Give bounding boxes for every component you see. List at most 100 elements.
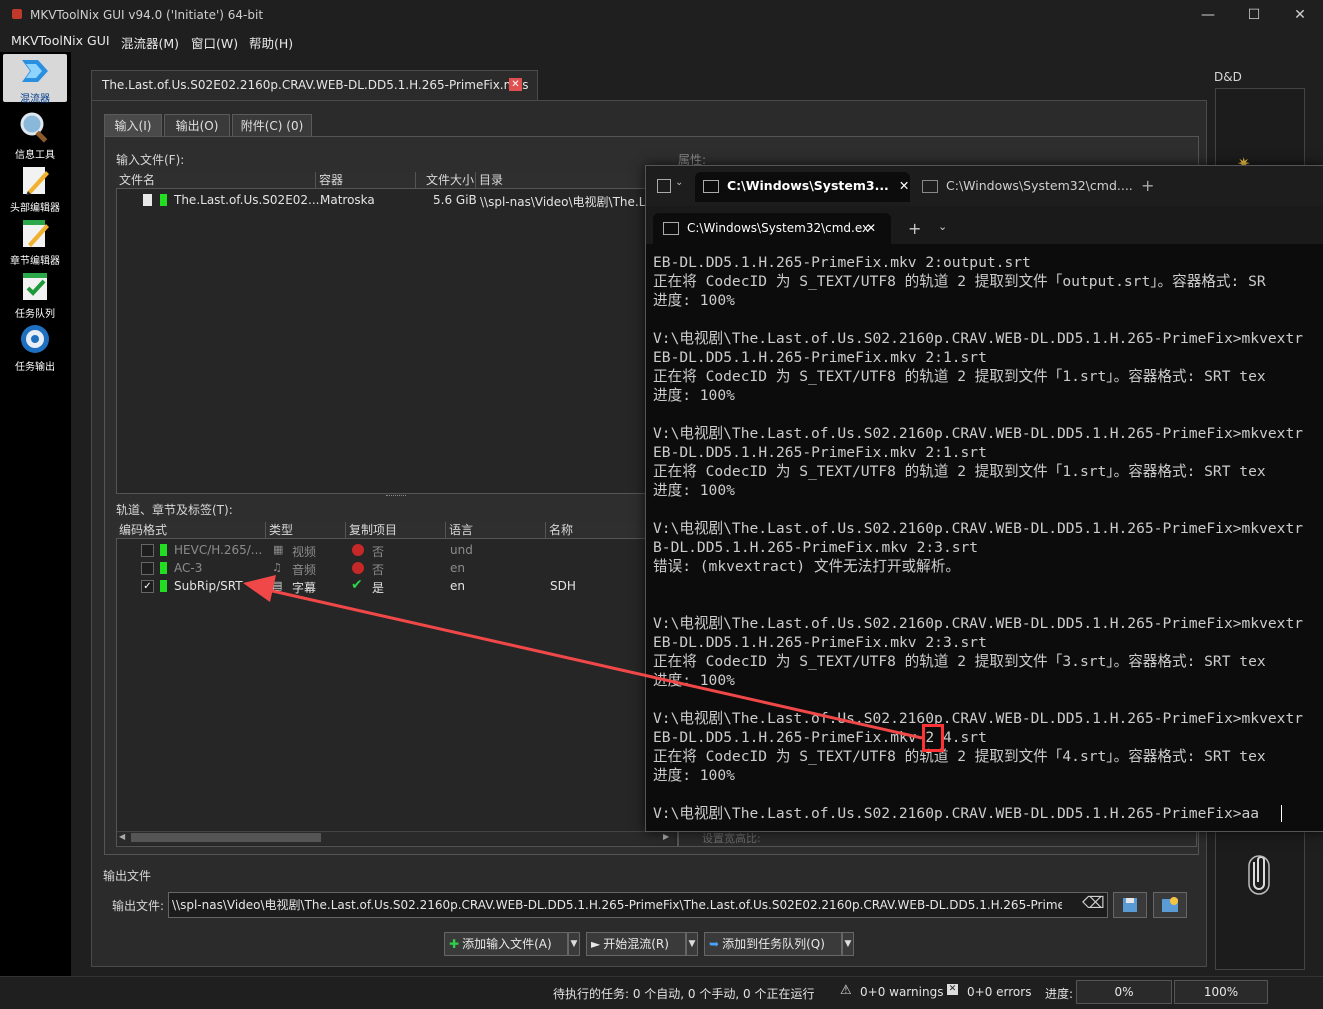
close-icon[interactable]: ✕	[866, 213, 876, 244]
column-type[interactable]: 类型	[266, 522, 346, 539]
tool-info[interactable]: 信息工具	[4, 110, 66, 161]
tab-attachments[interactable]: 附件(C) (0)	[232, 114, 312, 138]
track-checkbox[interactable]	[141, 562, 154, 575]
minimize-button[interactable]: —	[1185, 0, 1231, 30]
splitter-handle[interactable]	[386, 495, 406, 499]
pencil-icon	[18, 163, 52, 197]
track-language: en	[450, 579, 465, 593]
video-icon: ▦	[273, 543, 284, 556]
file-name: The.Last.of.Us.S02E02....	[174, 193, 324, 207]
new-tab-icon[interactable]: +	[908, 219, 921, 238]
output-section-title: 输出文件	[103, 869, 152, 883]
column-copy[interactable]: 复制项目	[346, 522, 446, 539]
chapter-icon	[18, 216, 52, 250]
start-mux-dropdown[interactable]: ▼	[686, 932, 698, 956]
terminal-line: 正在将 CodecID 为 S_TEXT/UTF8 的轨道 2 提取到文件「ou…	[653, 273, 1266, 290]
close-icon[interactable]: ✕	[899, 178, 909, 193]
tool-label: 混流器	[20, 94, 50, 105]
tab-output[interactable]: 输出(O)	[164, 114, 230, 138]
status-indicator	[160, 544, 167, 556]
add-input-button[interactable]: ✚ 添加输入文件(A)	[444, 932, 568, 956]
column-language[interactable]: 语言	[446, 522, 546, 539]
start-mux-button[interactable]: ► 开始混流(R)	[586, 932, 686, 956]
clear-icon[interactable]: ⌫	[1082, 893, 1105, 912]
track-codec: SubRip/SRT	[174, 579, 243, 593]
terminal-line: V:\电视剧\The.Last.of.Us.S02.2160p.CRAV.WEB…	[653, 710, 1304, 727]
new-output-button[interactable]	[1153, 892, 1187, 918]
tab-input[interactable]: 输入(I)	[104, 114, 162, 138]
track-codec: AC-3	[174, 561, 203, 575]
errors-count[interactable]: 0+0 errors	[967, 985, 1031, 999]
no-icon	[352, 562, 364, 574]
track-checkbox[interactable]	[141, 544, 154, 557]
scroll-left-icon[interactable]: ◀	[119, 832, 125, 841]
browse-output-button[interactable]	[1113, 892, 1147, 918]
terminal-line: V:\电视剧\The.Last.of.Us.S02.2160p.CRAV.WEB…	[653, 615, 1304, 632]
status-indicator	[160, 194, 167, 206]
text-cursor	[1281, 805, 1282, 822]
tool-job-queue[interactable]: 任务队列	[4, 269, 66, 320]
track-copy: 否	[372, 563, 385, 577]
menu-window[interactable]: 窗口(W)	[191, 33, 238, 52]
chevron-down-icon[interactable]: ⌄	[675, 177, 683, 188]
add-input-dropdown[interactable]: ▼	[568, 932, 580, 956]
add-to-queue-dropdown[interactable]: ▼	[842, 932, 854, 956]
terminal-line: V:\电视剧\The.Last.of.Us.S02.2160p.CRAV.WEB…	[653, 805, 1260, 822]
column-codec[interactable]: 编码格式	[116, 522, 266, 539]
cmd-icon	[663, 222, 679, 235]
mixer-icon	[18, 54, 52, 88]
column-filesize[interactable]: 文件大小	[416, 172, 476, 189]
new-tab-icon[interactable]: +	[1141, 176, 1154, 195]
terminal-menu-icon[interactable]	[657, 179, 671, 193]
terminal-tab-active[interactable]: C:\Windows\System3... ✕	[695, 172, 910, 202]
magnifier-icon	[18, 110, 52, 144]
plus-icon: ✚	[449, 937, 460, 951]
add-to-queue-button[interactable]: ➥ 添加到任务队列(Q)	[704, 932, 842, 956]
tool-mixer[interactable]: 混流器	[3, 54, 67, 105]
column-container[interactable]: 容器	[316, 172, 416, 189]
cmd-icon	[703, 180, 719, 193]
scroll-right-icon[interactable]: ▶	[663, 832, 669, 841]
menu-mkvtoolnix[interactable]: MKVToolNix GUI	[11, 33, 110, 48]
input-files-label: 输入文件(F):	[116, 153, 185, 167]
terminal-line: 进度: 100%	[653, 387, 735, 404]
paperclip-icon	[1246, 852, 1272, 896]
tool-header-editor[interactable]: 头部编辑器	[4, 163, 66, 214]
terminal-inner-tab[interactable]: C:\Windows\System32\cmd.ex ✕	[653, 213, 891, 244]
close-button[interactable]: ✕	[1277, 0, 1323, 30]
terminal-line: 正在将 CodecID 为 S_TEXT/UTF8 的轨道 2 提取到文件「1.…	[653, 463, 1266, 480]
column-filename[interactable]: 文件名	[116, 172, 316, 189]
tool-label: 章节编辑器	[10, 256, 60, 267]
document-tab-title: The.Last.of.Us.S02E02.2160p.CRAV.WEB-DL.…	[102, 78, 529, 92]
check-icon: ✔	[351, 577, 363, 593]
scrollbar-thumb[interactable]	[131, 833, 321, 842]
chevron-down-icon[interactable]: ⌄	[938, 220, 947, 233]
highlight-box	[922, 724, 944, 752]
terminal-tab[interactable]: C:\Windows\System32\cmd....	[914, 172, 1133, 202]
file-directory: \\spl-nas\Video\电视剧\The.L	[480, 195, 645, 209]
terminal-output[interactable]: EB-DL.DD5.1.H.265-PrimeFix.mkv 2:output.…	[653, 253, 1323, 830]
input-files-table[interactable]	[116, 172, 678, 494]
tool-label: 信息工具	[15, 150, 55, 161]
terminal-line: EB-DL.DD5.1.H.265-PrimeFix.mkv 2 4.srt	[653, 729, 987, 746]
menu-mixer[interactable]: 混流器(M)	[121, 33, 179, 52]
tool-chapter-editor[interactable]: 章节编辑器	[4, 216, 66, 267]
tool-label: 任务输出	[15, 362, 55, 373]
maximize-button[interactable]: ☐	[1231, 0, 1277, 30]
track-checkbox-checked[interactable]: ✓	[141, 580, 154, 593]
track-type: 视频	[292, 545, 317, 559]
file-container: Matroska	[320, 193, 375, 207]
terminal-line: V:\电视剧\The.Last.of.Us.S02.2160p.CRAV.WEB…	[653, 425, 1304, 442]
track-codec: HEVC/H.265/...	[174, 543, 263, 557]
window-title: MKVToolNix GUI v94.0 ('Initiate') 64-bit	[30, 8, 264, 22]
warnings-count[interactable]: 0+0 warnings	[860, 985, 943, 999]
menu-help[interactable]: 帮助(H)	[249, 33, 293, 52]
tracks-label: 轨道、章节及标签(T):	[116, 503, 233, 517]
output-path: \\spl-nas\Video\电视剧\The.Last.of.Us.S02.2…	[172, 898, 1062, 912]
close-icon[interactable]: ✕	[509, 78, 522, 91]
tool-job-output[interactable]: 任务输出	[4, 322, 66, 373]
terminal-line: 正在将 CodecID 为 S_TEXT/UTF8 的轨道 2 提取到文件「4.…	[653, 748, 1266, 765]
